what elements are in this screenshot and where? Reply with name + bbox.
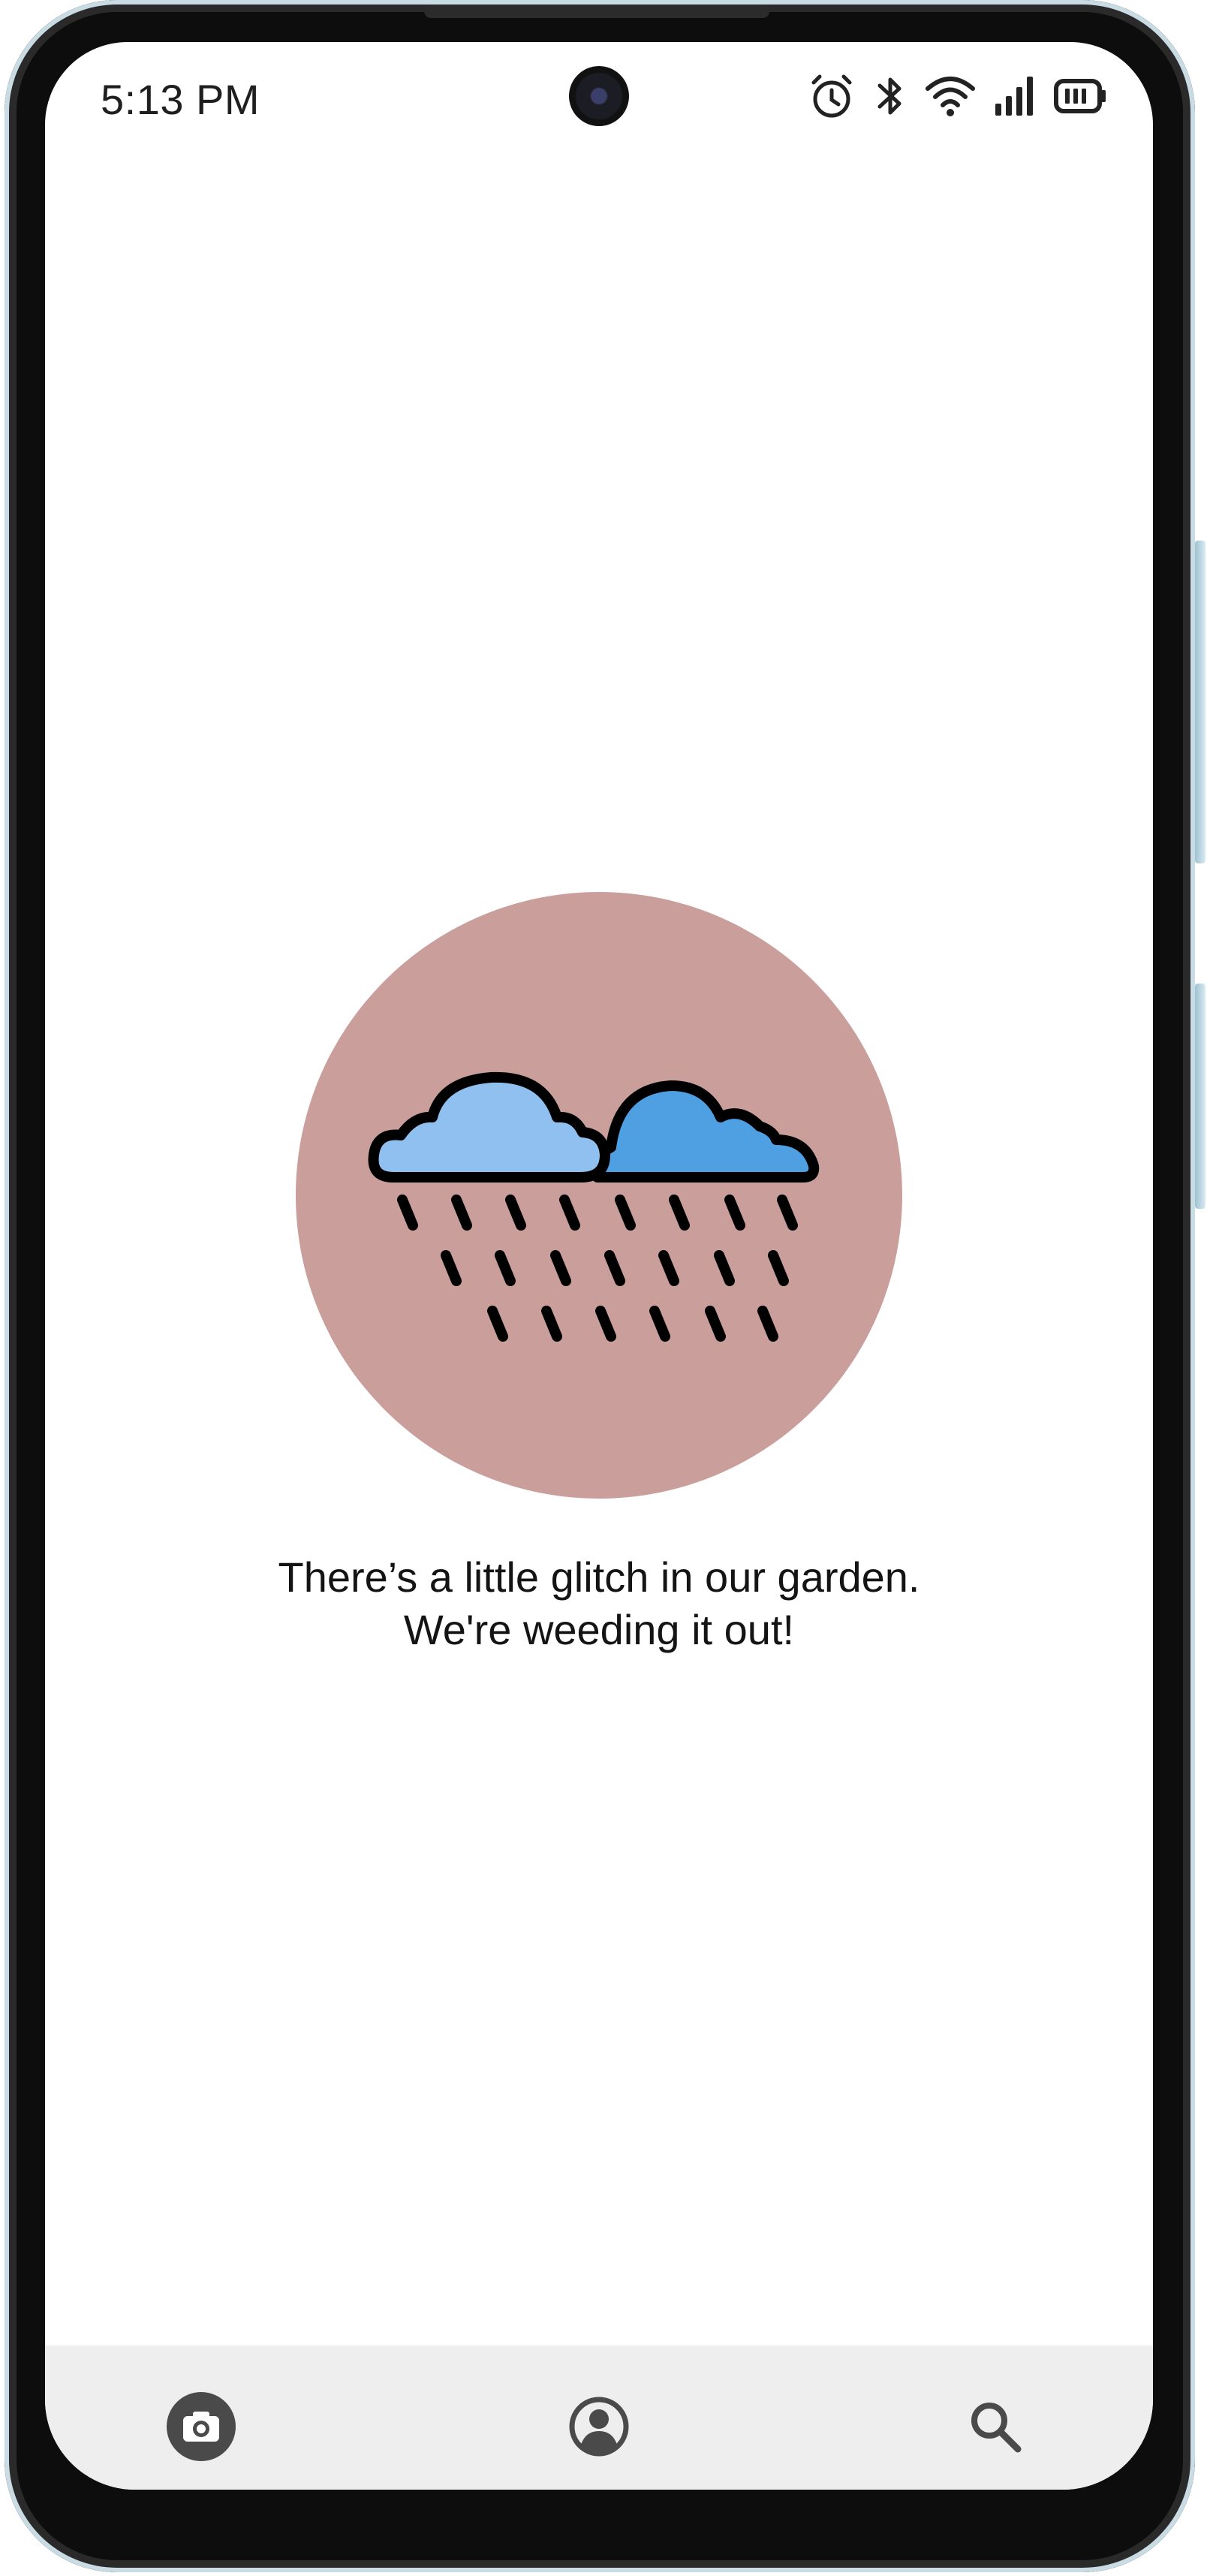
camera-button[interactable]	[165, 2391, 237, 2463]
power-button	[1195, 541, 1205, 863]
wifi-icon	[926, 77, 975, 116]
phone-device: 5:13 PM There’s a little glitch in our g…	[0, 0, 1210, 2576]
volume-button	[1195, 984, 1205, 1209]
speaker-slot	[424, 5, 769, 18]
bluetooth-icon	[877, 77, 901, 115]
status-time: 5:13 PM	[101, 76, 260, 123]
status-bar: 5:13 PM	[45, 42, 1153, 155]
signal-icon	[995, 77, 1033, 116]
alarm-icon	[811, 74, 852, 118]
error-message-line2: We're weeding it out!	[403, 1606, 795, 1653]
status-icons	[808, 72, 1108, 120]
bottom-nav	[45, 2346, 1153, 2490]
profile-button[interactable]	[563, 2391, 635, 2463]
search-button[interactable]	[959, 2391, 1031, 2463]
battery-icon	[1054, 79, 1106, 113]
front-camera	[569, 66, 629, 126]
search-icon	[971, 2403, 1022, 2453]
rain-clouds-icon	[368, 1071, 820, 1342]
app-screen: 5:13 PM There’s a little glitch in our g…	[45, 42, 1153, 2490]
error-message-line1: There’s a little glitch in our garden.	[278, 1553, 920, 1601]
error-illustration	[296, 892, 902, 1499]
profile-icon	[569, 2397, 629, 2457]
error-message: There’s a little glitch in our garden. W…	[45, 1551, 1153, 1656]
camera-icon	[167, 2392, 236, 2461]
